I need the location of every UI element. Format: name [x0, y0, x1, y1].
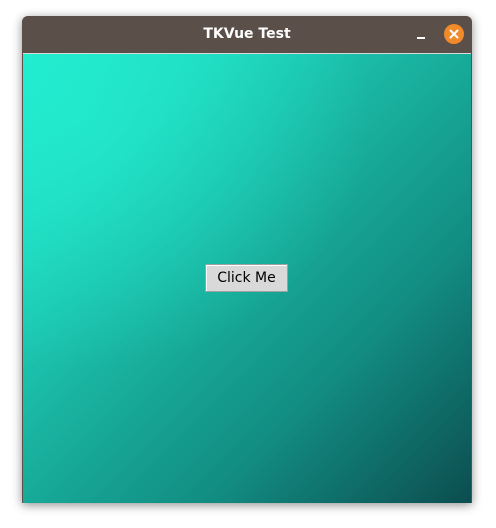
gradient-canvas: Click Me [23, 53, 471, 503]
title-bar[interactable]: TKVue Test [22, 16, 472, 53]
app-window: TKVue Test Click Me [22, 16, 472, 503]
minimize-button[interactable] [412, 26, 430, 44]
window-title: TKVue Test [203, 26, 291, 42]
minimize-icon [417, 37, 425, 39]
close-icon [449, 29, 459, 39]
click-me-button[interactable]: Click Me [205, 264, 288, 292]
close-button[interactable] [444, 24, 464, 44]
